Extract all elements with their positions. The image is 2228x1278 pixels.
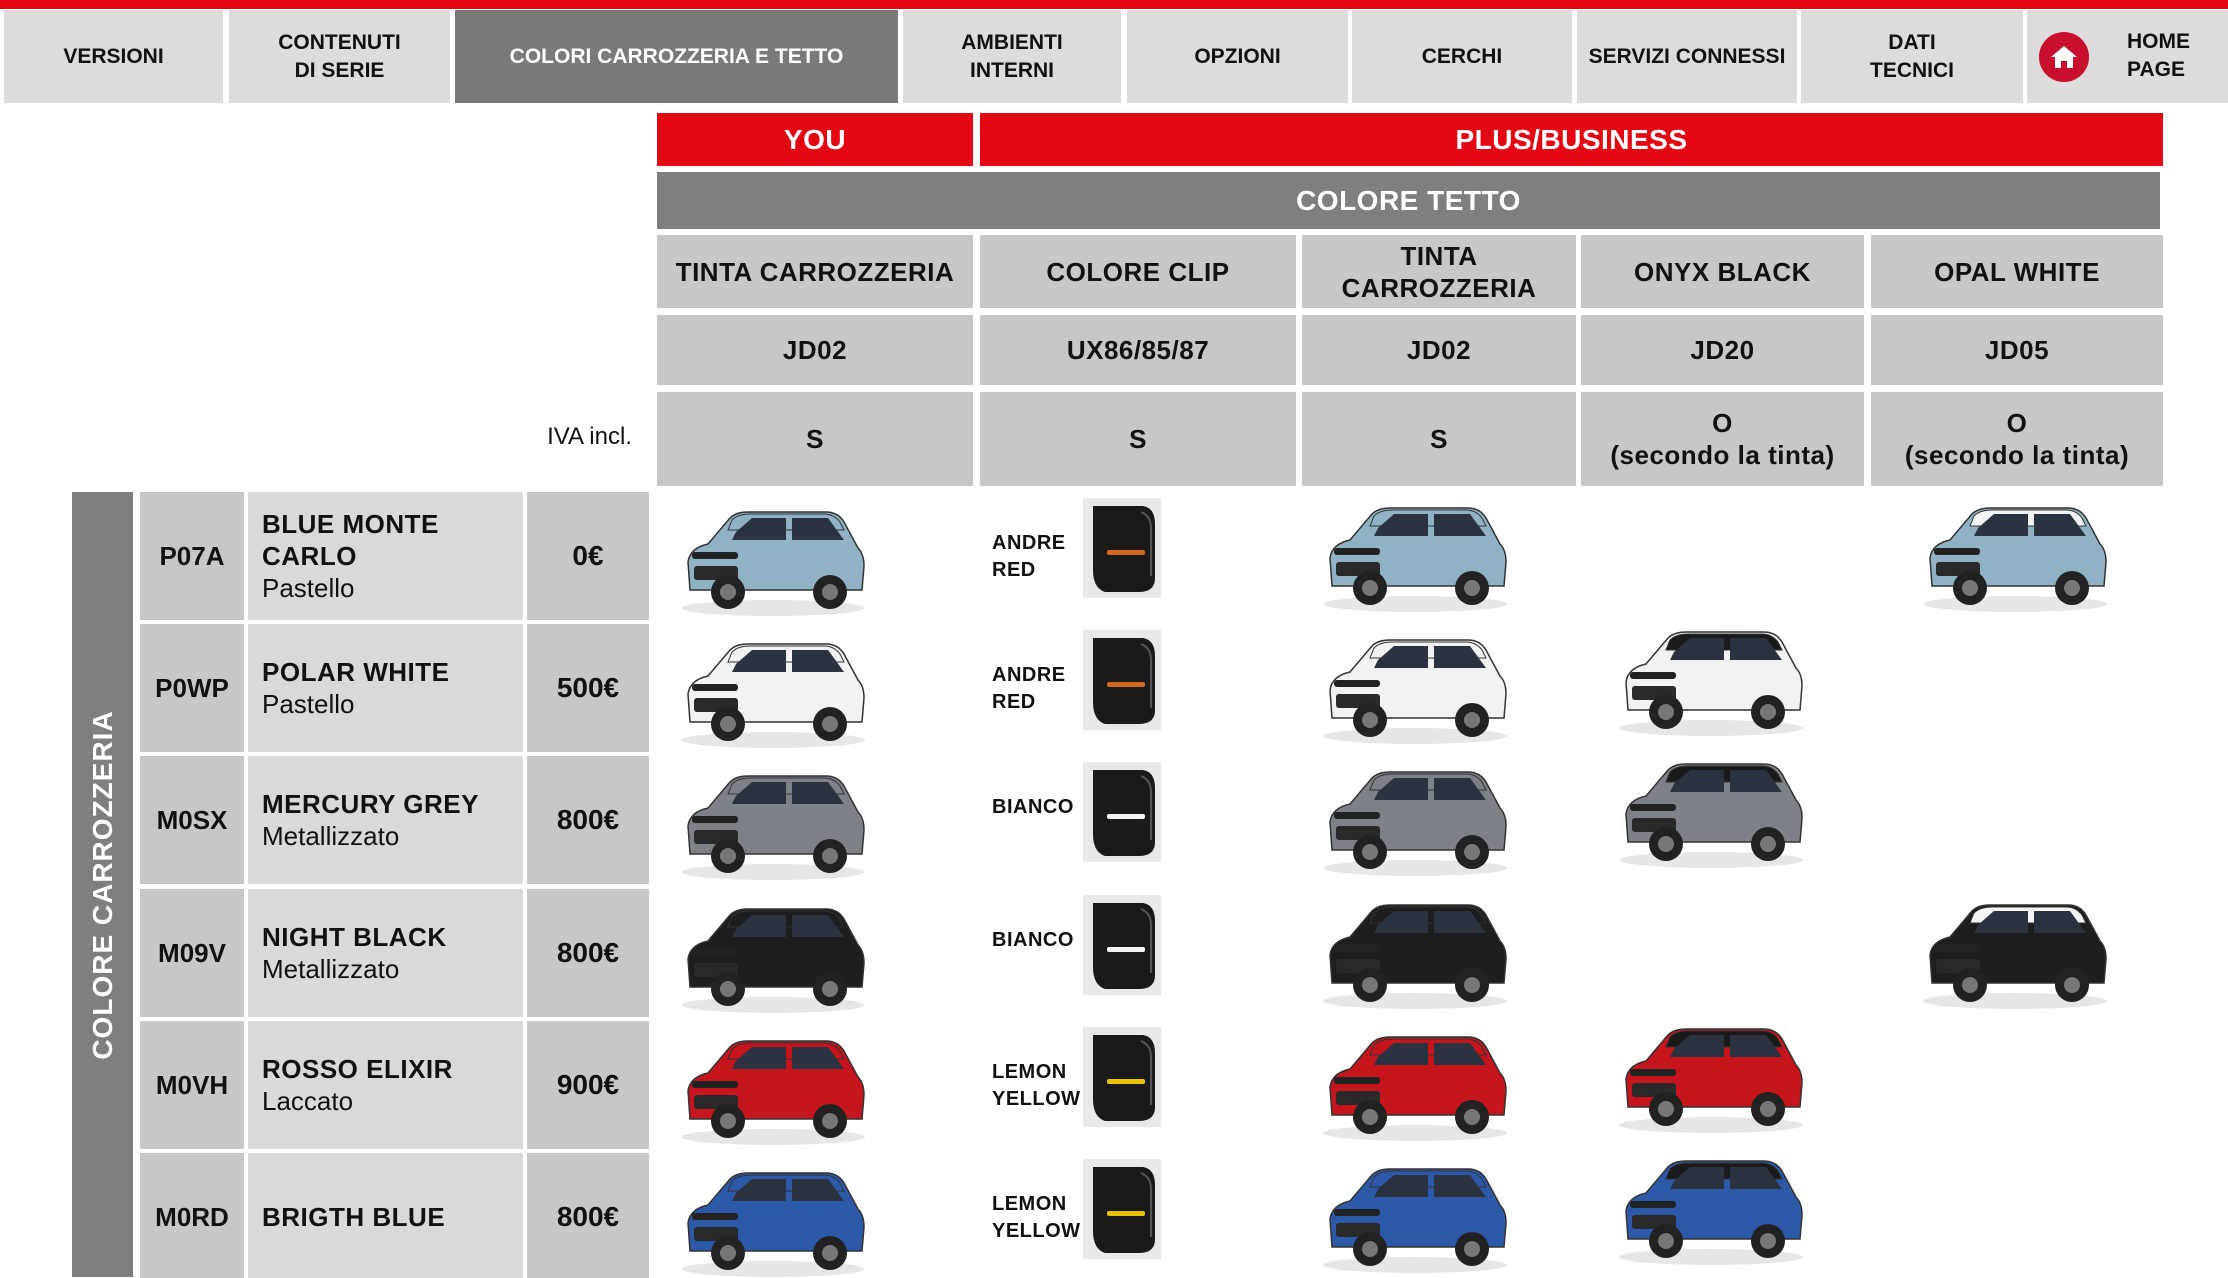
nav-tab-label: CONTENUTI DI SERIE (278, 30, 401, 82)
color-finish: Metallizzato (262, 821, 400, 851)
nav-tab-5[interactable]: CERCHI (1352, 10, 1572, 103)
header-title-3: ONYX BLACK (1581, 235, 1864, 308)
color-finish: Pastello (262, 689, 355, 719)
colore-carrozzeria-label: COLORE CARROZZERIA (72, 492, 133, 1277)
color-name: BLUE MONTE CARLO (262, 509, 439, 571)
top-accent-bar (0, 0, 2228, 9)
header-code-4: JD05 (1871, 315, 2163, 385)
color-code: P07A (140, 492, 244, 620)
color-price: 500€ (527, 624, 649, 752)
nav-tab-label: CERCHI (1421, 44, 1503, 68)
clip-image-0 (1083, 498, 1161, 598)
trim-plus-business-header: PLUS/BUSINESS (980, 113, 2163, 166)
color-price: 800€ (527, 1153, 649, 1278)
nav-tab-label: HOME PAGE (2127, 30, 2190, 81)
color-name: ROSSO ELIXIR (262, 1054, 453, 1084)
nav-tab-label: DATI TECNICI (1870, 30, 1954, 82)
color-name-cell: POLAR WHITE Pastello (248, 624, 523, 752)
color-name-cell: ROSSO ELIXIR Laccato (248, 1021, 523, 1149)
clip-image-2 (1083, 762, 1161, 862)
car-plus-1 (1323, 639, 1507, 744)
clip-image-1 (1083, 630, 1161, 730)
header-code-2: JD02 (1302, 315, 1576, 385)
nav-tab-3[interactable]: AMBIENTI INTERNI (903, 10, 1121, 103)
header-avail-0: S (657, 392, 973, 486)
color-finish: Laccato (262, 1086, 354, 1116)
nav-tab-7[interactable]: DATI TECNICI (1801, 10, 2023, 103)
color-code: M0SX (140, 756, 244, 884)
nav-tab-6[interactable]: SERVIZI CONNESSI (1577, 10, 1797, 103)
header-code-0: JD02 (657, 315, 973, 385)
header-title-1: COLORE CLIP (980, 235, 1296, 308)
car-plus-4 (1323, 1036, 1507, 1141)
header-title-0: TINTA CARROZZERIA (657, 235, 973, 308)
car-you-5 (681, 1172, 865, 1277)
car-plus-5 (1323, 1168, 1507, 1273)
car-onyx-roof-4 (1619, 1028, 1803, 1133)
car-opal-roof-3 (1923, 904, 2107, 1009)
header-title-2: TINTA CARROZZERIA (1302, 235, 1576, 308)
color-name: NIGHT BLACK (262, 922, 447, 952)
trim-you-header: YOU (657, 113, 973, 166)
header-code-3: JD20 (1581, 315, 1864, 385)
header-title-4: OPAL WHITE (1871, 235, 2163, 308)
car-you-0 (681, 511, 865, 616)
car-opal-roof-0 (1923, 507, 2107, 612)
nav-tab-label: SERVIZI CONNESSI (1588, 44, 1786, 68)
color-name-cell: MERCURY GREY Metallizzato (248, 756, 523, 884)
color-name-cell: BRIGTH BLUE (248, 1153, 523, 1278)
colore-tetto-header: COLORE TETTO (657, 172, 2160, 229)
header-avail-1: S (980, 392, 1296, 486)
color-price: 900€ (527, 1021, 649, 1149)
color-code: M0VH (140, 1021, 244, 1149)
nav-tab-2[interactable]: COLORI CARROZZERIA E TETTO (455, 10, 898, 103)
color-price: 0€ (527, 492, 649, 620)
car-you-1 (681, 643, 865, 748)
car-you-4 (681, 1040, 865, 1145)
header-avail-4: O (secondo la tinta) (1871, 392, 2163, 486)
nav-tab-0[interactable]: VERSIONI (4, 10, 223, 103)
header-avail-2: S (1302, 392, 1576, 486)
car-you-2 (681, 775, 865, 880)
car-plus-0 (1323, 507, 1507, 612)
car-plus-3 (1323, 904, 1507, 1009)
color-name-cell: NIGHT BLACK Metallizzato (248, 889, 523, 1017)
clip-image-3 (1083, 895, 1161, 995)
nav-tab-4[interactable]: OPZIONI (1127, 10, 1348, 103)
color-price: 800€ (527, 756, 649, 884)
car-plus-2 (1323, 771, 1507, 876)
iva-note: IVA incl. (547, 423, 632, 450)
color-name: POLAR WHITE (262, 657, 450, 687)
color-name-cell: BLUE MONTE CARLO Pastello (248, 492, 523, 620)
car-you-3 (681, 908, 865, 1013)
nav-tab-label: COLORI CARROZZERIA E TETTO (509, 44, 844, 68)
nav-tab-label: AMBIENTI INTERNI (961, 30, 1063, 82)
nav-tab-label: OPZIONI (1194, 44, 1281, 68)
color-finish: Metallizzato (262, 954, 400, 984)
color-code: M0RD (140, 1153, 244, 1278)
car-onyx-roof-1 (1619, 631, 1803, 736)
clip-image-5 (1083, 1159, 1161, 1259)
car-onyx-roof-2 (1619, 763, 1803, 868)
nav-tab-1[interactable]: CONTENUTI DI SERIE (229, 10, 450, 103)
header-avail-3: O (secondo la tinta) (1581, 392, 1864, 486)
home-icon (2039, 31, 2089, 82)
header-code-1: UX86/85/87 (980, 315, 1296, 385)
color-name: MERCURY GREY (262, 789, 479, 819)
color-finish: Pastello (262, 573, 355, 603)
color-price: 800€ (527, 889, 649, 1017)
nav-tab-label: VERSIONI (63, 44, 164, 68)
car-onyx-roof-5 (1619, 1160, 1803, 1265)
color-code: M09V (140, 889, 244, 1017)
clip-image-4 (1083, 1027, 1161, 1127)
color-name: BRIGTH BLUE (262, 1202, 446, 1232)
color-code: P0WP (140, 624, 244, 752)
nav-tab-8[interactable]: HOME PAGE (2027, 10, 2228, 103)
